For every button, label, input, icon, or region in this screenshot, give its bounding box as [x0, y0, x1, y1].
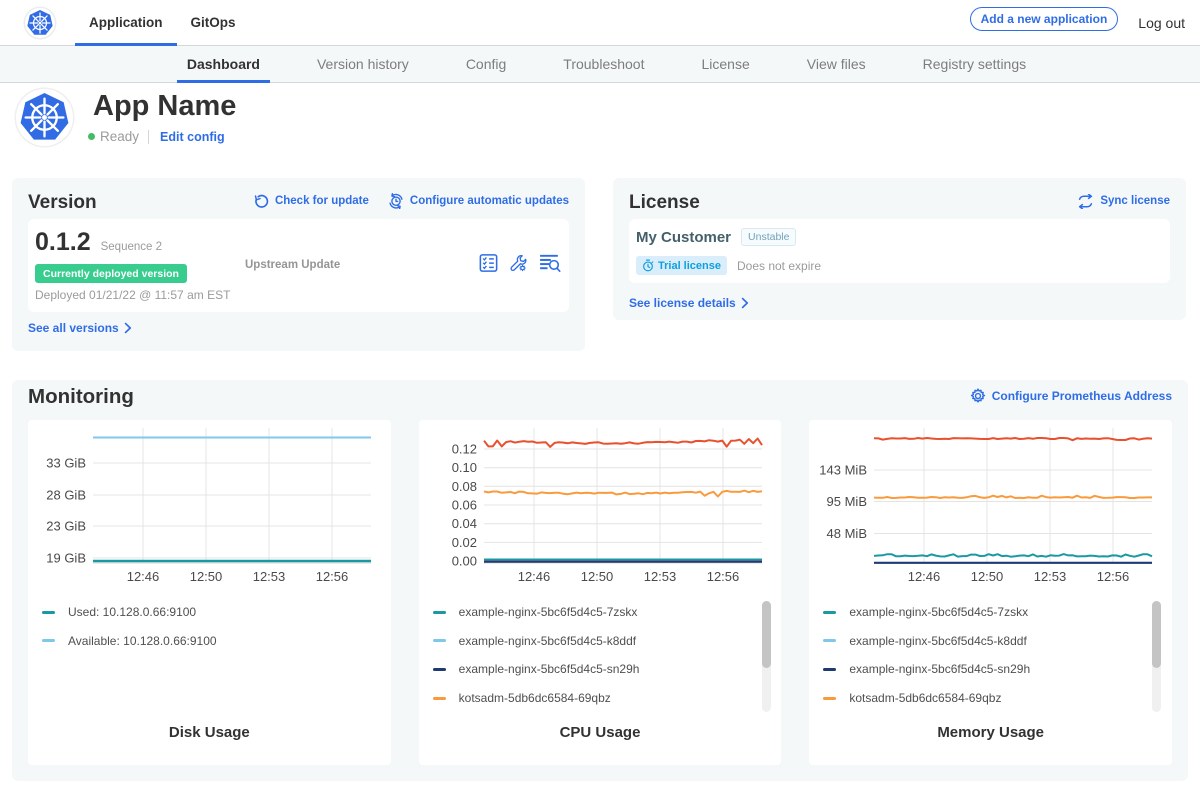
svg-text:12:50: 12:50 — [971, 569, 1004, 584]
svg-text:12:56: 12:56 — [316, 569, 349, 584]
svg-text:0.06: 0.06 — [451, 498, 476, 513]
svg-text:23 GiB: 23 GiB — [46, 519, 86, 534]
svg-text:12:46: 12:46 — [908, 569, 941, 584]
svg-text:0.12: 0.12 — [451, 442, 476, 457]
svg-text:95 MiB: 95 MiB — [827, 494, 867, 509]
svg-text:12:56: 12:56 — [1097, 569, 1130, 584]
svg-text:143 MiB: 143 MiB — [820, 463, 868, 478]
svg-text:0.04: 0.04 — [451, 516, 476, 531]
svg-text:0.08: 0.08 — [451, 479, 476, 494]
svg-text:12:50: 12:50 — [580, 569, 613, 584]
svg-text:12:46: 12:46 — [517, 569, 550, 584]
svg-text:0.10: 0.10 — [451, 460, 476, 475]
svg-text:19 GiB: 19 GiB — [46, 551, 86, 566]
svg-text:12:53: 12:53 — [253, 569, 286, 584]
svg-text:12:56: 12:56 — [706, 569, 739, 584]
svg-text:28 GiB: 28 GiB — [46, 488, 86, 503]
svg-text:0.02: 0.02 — [451, 535, 476, 550]
svg-text:0.00: 0.00 — [451, 554, 476, 569]
svg-text:12:53: 12:53 — [1034, 569, 1067, 584]
svg-text:33 GiB: 33 GiB — [46, 456, 86, 471]
svg-text:48 MiB: 48 MiB — [827, 526, 867, 541]
svg-text:12:46: 12:46 — [127, 569, 160, 584]
svg-text:12:53: 12:53 — [643, 569, 676, 584]
svg-text:12:50: 12:50 — [190, 569, 223, 584]
